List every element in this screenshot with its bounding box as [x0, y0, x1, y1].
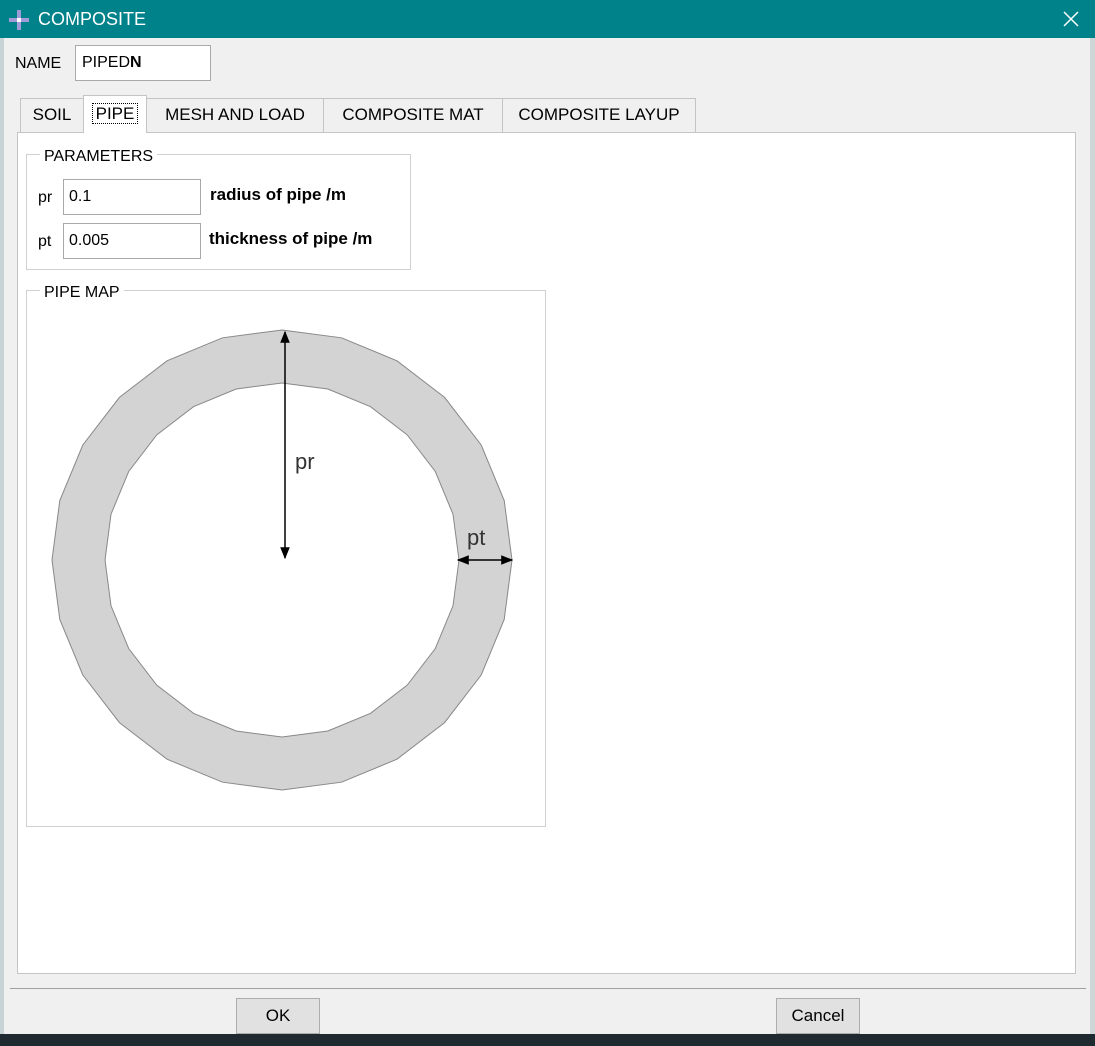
- tab-pipe[interactable]: PIPE: [83, 95, 147, 133]
- thickness-label: pt: [467, 525, 485, 550]
- pipe-ring: [51, 329, 513, 791]
- footer-separator: [10, 988, 1086, 989]
- taskbar: [0, 1034, 1095, 1046]
- tab-label: PIPE: [91, 103, 139, 124]
- ok-button[interactable]: OK: [236, 998, 320, 1034]
- cancel-button[interactable]: Cancel: [776, 998, 860, 1034]
- pipe-map-diagram: pr pt: [51, 329, 514, 791]
- radius-label: pr: [295, 449, 315, 474]
